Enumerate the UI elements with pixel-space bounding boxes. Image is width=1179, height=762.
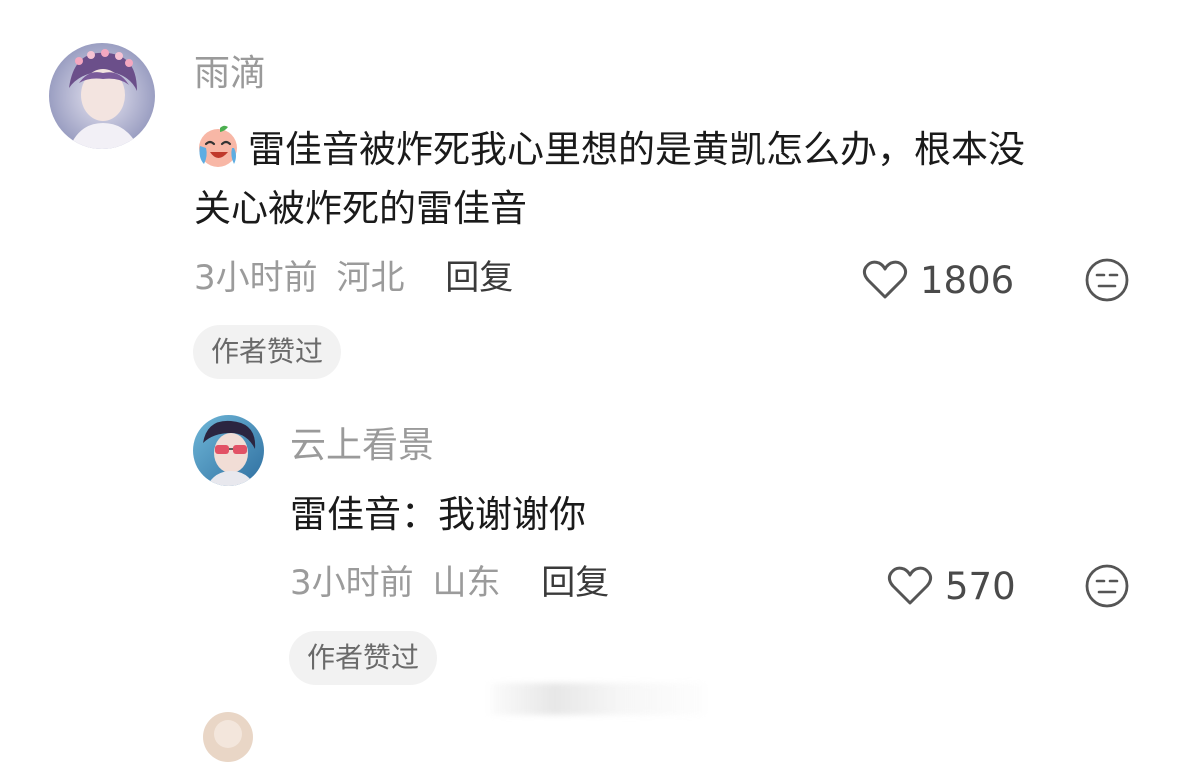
reply-button[interactable]: 回复 [541, 563, 609, 603]
heart-icon [887, 566, 933, 605]
like-button[interactable]: 1806 [862, 257, 1014, 303]
comment-text-line-2: 关心被炸死的雷佳音 [194, 187, 527, 230]
heart-icon [862, 260, 908, 299]
author-liked-badge: 作者赞过 [289, 631, 438, 685]
username[interactable]: 雨滴 [194, 56, 266, 92]
location: 河北 [336, 258, 405, 298]
username[interactable]: 云上看景 [290, 428, 434, 464]
author-liked-badge: 作者赞过 [193, 325, 342, 379]
timestamp: 3小时前 [290, 563, 414, 603]
location: 山东 [432, 563, 501, 603]
avatar[interactable] [203, 712, 253, 762]
like-button[interactable]: 570 [887, 563, 1016, 609]
neutral-face-icon[interactable] [1084, 257, 1130, 303]
reply-button[interactable]: 回复 [445, 258, 513, 298]
comment-meta: 3小时前 河北 回复 [194, 261, 513, 295]
comment-text-line-1: 雷佳音被炸死我心里想的是黄凯怎么办，根本没 [194, 122, 1025, 170]
comment-text: 雷佳音：我谢谢你 [290, 493, 586, 536]
timestamp: 3小时前 [194, 258, 318, 298]
avatar[interactable] [49, 43, 155, 149]
crying-laughing-face-emoji-icon [194, 122, 242, 170]
comment-meta: 3小时前 山东 回复 [290, 566, 609, 600]
like-count: 570 [945, 564, 1016, 608]
watermark-blur [490, 683, 705, 715]
like-count: 1806 [920, 258, 1015, 302]
neutral-face-icon[interactable] [1084, 563, 1130, 609]
avatar[interactable] [193, 415, 264, 486]
